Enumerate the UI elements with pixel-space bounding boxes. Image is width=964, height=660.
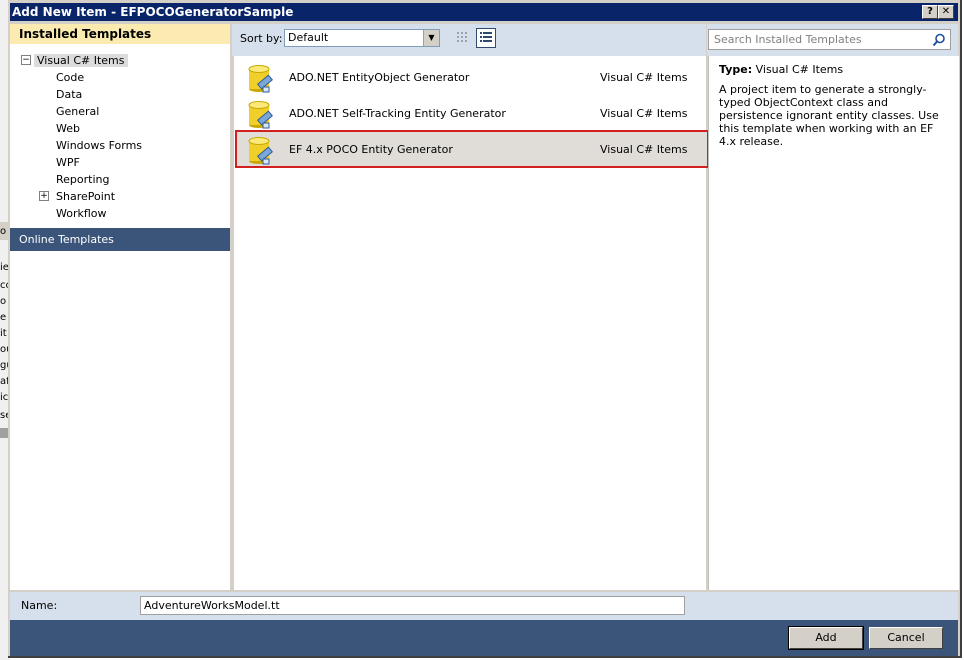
- template-category: Visual C# Items: [600, 71, 688, 84]
- background-text: o: [0, 296, 7, 307]
- template-category: Visual C# Items: [600, 107, 688, 120]
- tree-item-wpf[interactable]: WPF: [56, 155, 80, 171]
- template-row-entityobject-generator[interactable]: ADO.NET EntityObject Generator Visual C#…: [236, 60, 708, 94]
- tree-item-data[interactable]: Data: [56, 87, 82, 103]
- background-text: ie: [0, 262, 8, 273]
- grid-view-icon: [457, 32, 467, 42]
- background-text: o: [0, 226, 7, 237]
- sort-by-dropdown[interactable]: Default ▼: [284, 29, 440, 47]
- name-label: Name:: [21, 599, 58, 612]
- expand-icon[interactable]: +: [39, 191, 49, 201]
- tree-item-web[interactable]: Web: [56, 121, 80, 137]
- database-template-icon: [248, 137, 273, 165]
- template-categories-pane: [10, 24, 230, 590]
- template-name: ADO.NET EntityObject Generator: [289, 71, 470, 84]
- tree-item-reporting[interactable]: Reporting: [56, 172, 109, 188]
- cancel-button[interactable]: Cancel: [869, 627, 943, 649]
- background-text: e: [0, 312, 7, 323]
- database-template-icon: [248, 101, 273, 129]
- background-text: it: [0, 328, 7, 339]
- template-category: Visual C# Items: [600, 143, 688, 156]
- sort-by-value: Default: [288, 31, 329, 44]
- background-text: ou: [0, 344, 8, 355]
- small-icons-view-button[interactable]: [452, 28, 472, 48]
- close-button[interactable]: ✕: [938, 5, 954, 19]
- tree-item-sharepoint[interactable]: SharePoint: [56, 189, 115, 205]
- installed-templates-header[interactable]: Installed Templates: [10, 24, 230, 44]
- type-line: Type: Visual C# Items: [719, 63, 843, 77]
- chevron-down-icon[interactable]: ▼: [423, 30, 439, 46]
- tree-item-windows-forms[interactable]: Windows Forms: [56, 138, 142, 154]
- sort-by-label: Sort by:: [240, 32, 283, 45]
- tree-item-label: Visual C# Items: [34, 54, 128, 67]
- tree-item-workflow[interactable]: Workflow: [56, 206, 107, 222]
- tree-item-general[interactable]: General: [56, 104, 99, 120]
- tree-item-visual-csharp-items[interactable]: Visual C# Items: [34, 53, 128, 69]
- tree-item-code[interactable]: Code: [56, 70, 84, 86]
- online-templates-header[interactable]: Online Templates: [10, 228, 230, 251]
- search-installed-templates-input[interactable]: Search Installed Templates: [708, 29, 951, 50]
- search-placeholder: Search Installed Templates: [714, 33, 862, 46]
- type-value: Visual C# Items: [755, 63, 844, 76]
- background-text: ic: [0, 392, 8, 403]
- window-title: Add New Item - EFPOCOGeneratorSample: [12, 5, 294, 19]
- search-icon[interactable]: [932, 33, 946, 47]
- template-name: ADO.NET Self-Tracking Entity Generator: [289, 107, 506, 120]
- list-view-icon: [480, 32, 492, 42]
- template-description: A project item to generate a strongly-ty…: [719, 83, 939, 148]
- database-template-icon: [248, 65, 273, 93]
- background-text: af: [0, 376, 8, 387]
- details-view-button[interactable]: [476, 28, 496, 48]
- template-row-poco-entity-generator-selected[interactable]: EF 4.x POCO Entity Generator Visual C# I…: [235, 130, 709, 168]
- help-button[interactable]: ?: [922, 5, 938, 19]
- background-text: cc: [0, 280, 8, 291]
- add-button[interactable]: Add: [788, 626, 864, 650]
- collapse-icon[interactable]: −: [21, 55, 31, 65]
- name-input[interactable]: [140, 596, 685, 615]
- background-text: se: [0, 410, 8, 421]
- template-name: EF 4.x POCO Entity Generator: [289, 143, 453, 156]
- background-text: gu: [0, 360, 8, 371]
- template-row-self-tracking-entity-generator[interactable]: ADO.NET Self-Tracking Entity Generator V…: [236, 96, 708, 130]
- type-label: Type:: [719, 63, 753, 76]
- background-window-bar: [0, 428, 8, 438]
